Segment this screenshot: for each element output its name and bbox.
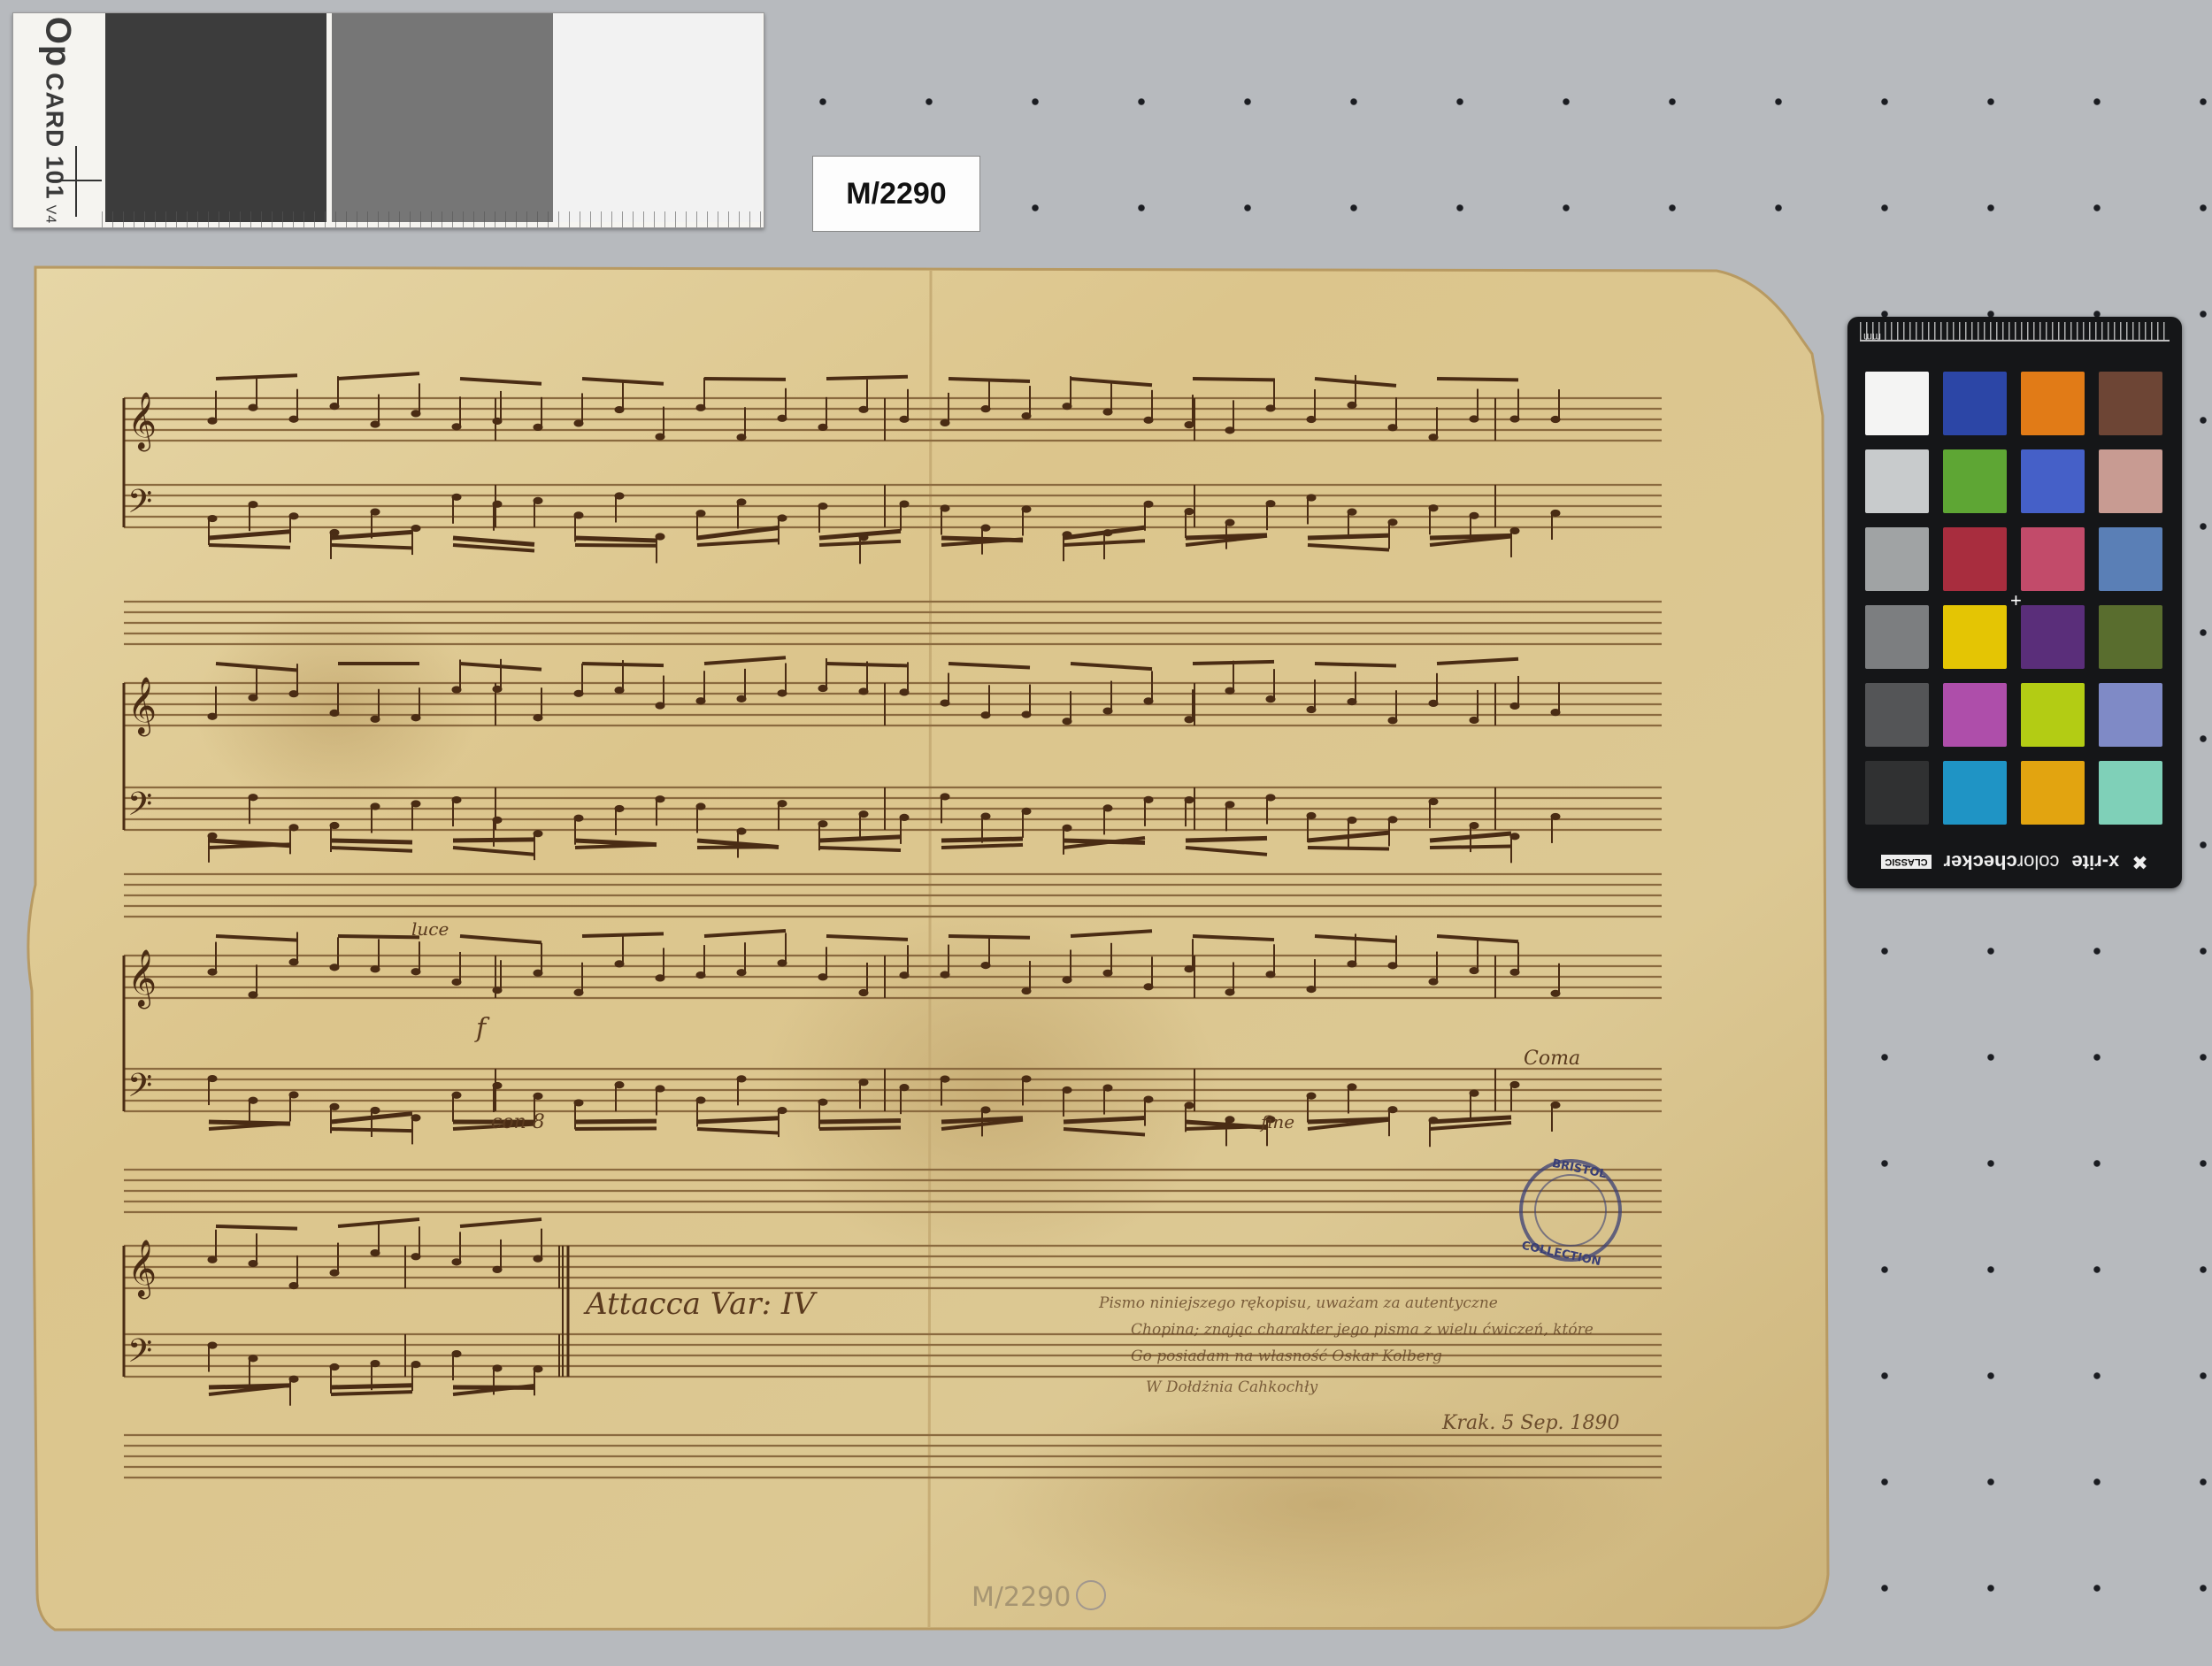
treble-clef-icon: 𝄞	[127, 1240, 157, 1299]
beam	[574, 1118, 657, 1125]
beam	[1307, 533, 1390, 541]
color-patch	[2021, 761, 2085, 825]
color-patch	[2099, 683, 2162, 747]
beam	[1436, 377, 1519, 382]
beam	[581, 932, 664, 938]
beam	[330, 838, 413, 845]
beam	[581, 662, 664, 668]
product-name: colorchecker	[1944, 850, 2060, 873]
color-patch	[2021, 372, 2085, 435]
beam	[818, 1118, 902, 1125]
colorchecker-brand: ✖ x-rite colorchecker CLASSIC	[1847, 844, 2182, 879]
inscription-line-3: Go posiadam na własność Oskar Kolberg	[1131, 1347, 1442, 1365]
color-patch	[1943, 761, 2007, 825]
paper-fold	[927, 270, 933, 1629]
colorchecker-card: mm + ✖ x-rite colorchecker CLASSIC	[1847, 317, 2182, 888]
color-patch	[2099, 761, 2162, 825]
luce-note: luce	[411, 918, 449, 940]
xrite-logo-icon: ✖	[2131, 851, 2148, 873]
beam	[948, 934, 1031, 940]
inscription-date: Krak. 5 Sep. 1890	[1441, 1412, 1620, 1434]
beam	[703, 377, 787, 381]
inscription-line-4: W Dołdżnia Cahkochły	[1146, 1378, 1318, 1396]
treble-clef-icon: 𝄞	[127, 949, 157, 1009]
color-patch	[1943, 605, 2007, 669]
bass-clef-icon: 𝄢	[127, 1332, 152, 1378]
treble-clef-icon: 𝄞	[127, 677, 157, 736]
bass-clef-icon: 𝄢	[127, 1067, 152, 1112]
beam	[330, 1383, 413, 1390]
beam	[826, 374, 909, 380]
treble-clef-icon: 𝄞	[127, 392, 157, 451]
beam	[1185, 835, 1268, 843]
beam	[330, 1390, 413, 1396]
color-patch	[2099, 527, 2162, 591]
ruler-unit: mm	[1863, 331, 1881, 343]
product-prefix: color	[2016, 851, 2060, 873]
beam	[574, 1126, 657, 1131]
beam	[574, 543, 657, 548]
color-patch	[1943, 449, 2007, 513]
color-patch	[1943, 527, 2007, 591]
coma-note: Coma	[1524, 1048, 1580, 1070]
beam	[826, 662, 909, 668]
color-patch	[2021, 605, 2085, 669]
beam	[1192, 659, 1275, 665]
beam	[696, 845, 780, 849]
color-patch	[2099, 372, 2162, 435]
beam	[452, 837, 535, 843]
color-patch	[1865, 683, 1929, 747]
beam	[818, 1125, 902, 1131]
color-patch	[1865, 372, 1929, 435]
inscription-line-2: Chopina; znając charakter jego pisma z w…	[1131, 1321, 1594, 1339]
product-suffix: checker	[1943, 851, 2017, 873]
color-patch	[1865, 605, 1929, 669]
beam	[215, 1225, 298, 1231]
bass-clef-icon: 𝄢	[127, 483, 152, 528]
bass-clef-icon: 𝄢	[127, 786, 152, 831]
brand-name: x-rite	[2071, 851, 2120, 873]
color-patch	[2021, 449, 2085, 513]
color-patch	[1865, 449, 1929, 513]
beam	[1192, 377, 1275, 382]
beam	[941, 836, 1024, 843]
color-patch	[2099, 449, 2162, 513]
color-patch	[1943, 683, 2007, 747]
beam	[1307, 846, 1390, 851]
attacca-direction: Attacca Var: IV	[583, 1286, 818, 1322]
color-patch	[2099, 605, 2162, 669]
color-patch	[2021, 683, 2085, 747]
color-patch	[1865, 527, 1929, 591]
beam	[1314, 662, 1397, 668]
colorchecker-ruler	[1860, 322, 2170, 342]
fine-note: fine	[1259, 1111, 1294, 1132]
con-ottava-note: con 8	[491, 1111, 545, 1133]
beam	[337, 934, 420, 940]
color-patch	[1865, 761, 1929, 825]
crosshair-icon: +	[2010, 589, 2022, 611]
beam	[330, 1127, 413, 1133]
edition-badge: CLASSIC	[1881, 855, 1932, 869]
beam	[574, 535, 657, 543]
pencil-shelfmark: M/2290	[972, 1582, 1071, 1613]
color-patch	[2021, 527, 2085, 591]
beam	[1429, 844, 1512, 849]
inscription-line-1: Pismo niniejszego rękopisu, uważam za au…	[1098, 1294, 1498, 1312]
color-patch	[1943, 372, 2007, 435]
